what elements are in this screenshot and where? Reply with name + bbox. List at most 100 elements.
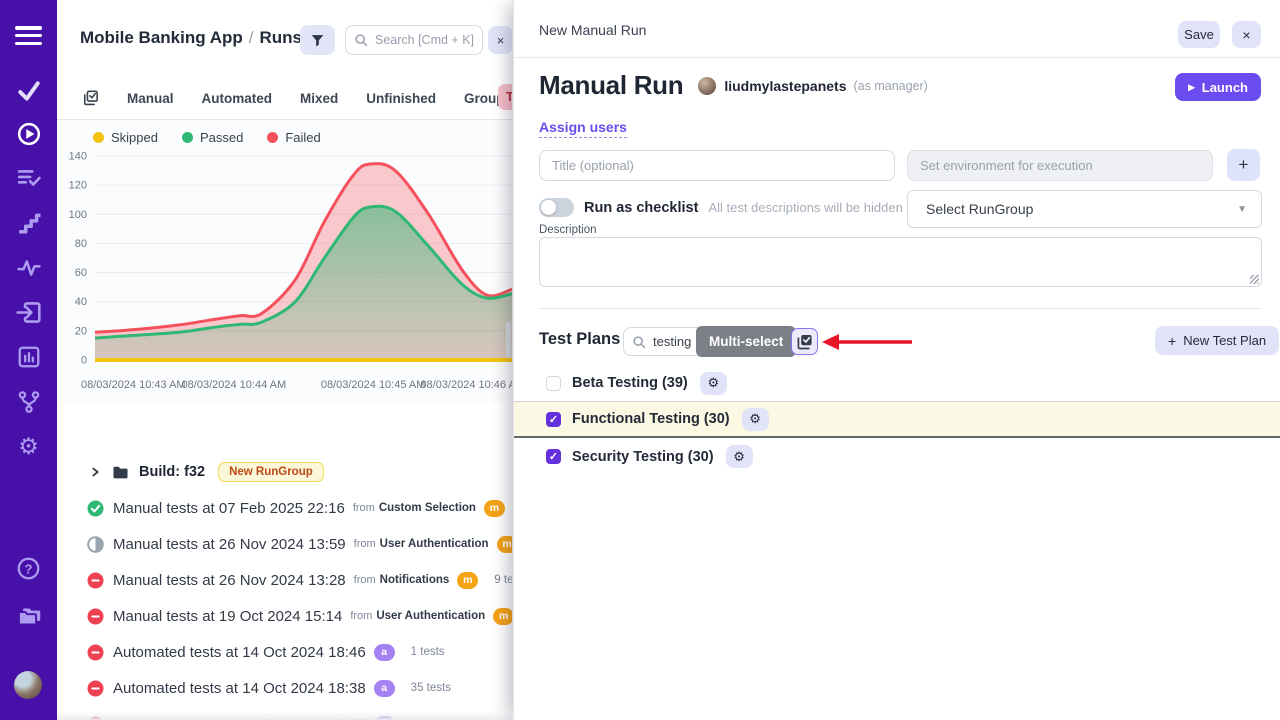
- legend-dot: [267, 132, 278, 143]
- projects-icon[interactable]: [0, 602, 57, 628]
- environment-input[interactable]: [907, 150, 1213, 181]
- test-plan-row[interactable]: ✓ Functional Testing (30) ⚙: [514, 401, 1280, 438]
- plan-settings-button[interactable]: ⚙: [742, 408, 769, 431]
- run-row[interactable]: Manual tests at 07 Feb 2025 22:16 from C…: [57, 490, 512, 526]
- run-test-count: 1 tests: [411, 646, 445, 658]
- run-type-tab[interactable]: Automated: [201, 91, 272, 106]
- svg-text:?: ?: [25, 561, 33, 576]
- close-panel-button[interactable]: ×: [1232, 21, 1261, 48]
- select-runs-icon[interactable]: [83, 89, 99, 107]
- manager-name[interactable]: liudmylastepanets: [724, 78, 846, 94]
- activity-icon[interactable]: [0, 256, 57, 280]
- svg-text:80: 80: [75, 238, 87, 250]
- sign-in-icon[interactable]: [0, 300, 57, 325]
- run-title-text[interactable]: Manual tests at 26 Nov 2024 13:59: [113, 536, 346, 553]
- run-row[interactable]: Manual tests at 19 Oct 2024 15:14 from U…: [57, 598, 512, 634]
- funnel-icon: [310, 33, 325, 48]
- filter-button[interactable]: [300, 25, 335, 55]
- new-manual-run-panel: New Manual Run Save × Manual Run liudmyl…: [513, 0, 1280, 720]
- play-icon: ▶: [1188, 82, 1195, 93]
- launch-button[interactable]: ▶ Launch: [1175, 73, 1261, 101]
- new-rungroup-badge[interactable]: New RunGroup: [218, 462, 324, 482]
- test-plan-row[interactable]: Beta Testing (39) ⚙: [514, 367, 1280, 399]
- menu-icon[interactable]: [15, 26, 42, 49]
- steps-icon[interactable]: [0, 211, 57, 235]
- test-plan-row[interactable]: ✓ Security Testing (30) ⚙: [514, 440, 1280, 473]
- run-source[interactable]: Custom Selection: [379, 502, 476, 514]
- run-group-row[interactable]: Build: f32 New RunGroup: [57, 454, 512, 490]
- run-from-label: from: [350, 610, 372, 622]
- manager-avatar: [698, 77, 716, 95]
- test-plans-heading: Test Plans: [539, 330, 620, 349]
- plan-name[interactable]: Beta Testing (39): [572, 375, 688, 391]
- search-close-button[interactable]: ×: [488, 26, 512, 54]
- run-type-tab[interactable]: Mixed: [300, 91, 338, 106]
- legend-item[interactable]: Failed: [267, 130, 320, 145]
- search-icon: [632, 335, 646, 349]
- run-row[interactable]: Manual tests at 26 Nov 2024 13:28 from N…: [57, 562, 512, 598]
- run-type-tab[interactable]: Manual: [127, 91, 174, 106]
- breadcrumb: Mobile Banking App/Runs: [80, 28, 302, 48]
- run-title-text[interactable]: Automated tests at 14 Oct 2024 18:46: [113, 644, 366, 661]
- check-icon[interactable]: [0, 79, 57, 103]
- help-icon[interactable]: ?: [0, 556, 57, 581]
- manager-role: (as manager): [854, 79, 928, 93]
- bar-chart-icon[interactable]: [0, 345, 57, 369]
- plan-checkbox[interactable]: [546, 376, 561, 391]
- run-title-text[interactable]: Automated tests at 14 Oct 2024 18:35: [113, 716, 366, 720]
- rungroup-select[interactable]: Select RunGroup ▼: [907, 190, 1262, 228]
- plan-settings-button[interactable]: ⚙: [726, 445, 753, 468]
- run-type-tab[interactable]: Unfinished: [366, 91, 436, 106]
- plan-name[interactable]: Functional Testing (30): [572, 411, 730, 427]
- description-textarea[interactable]: [539, 237, 1262, 287]
- svg-text:140: 140: [69, 151, 87, 163]
- list-check-icon[interactable]: [0, 166, 57, 190]
- run-title-text[interactable]: Automated tests at 14 Oct 2024 18:38: [113, 680, 366, 697]
- legend-item[interactable]: Skipped: [93, 130, 158, 145]
- plan-checkbox[interactable]: ✓: [546, 449, 561, 464]
- multi-select-button[interactable]: [791, 328, 818, 355]
- run-from-label: from: [354, 574, 376, 586]
- run-row[interactable]: Automated tests at 14 Oct 2024 18:38 a 3…: [57, 670, 512, 706]
- play-circle-icon[interactable]: [0, 122, 57, 146]
- search-input[interactable]: [375, 33, 474, 47]
- run-source[interactable]: User Authentication: [376, 610, 485, 622]
- scrollbar-thumb[interactable]: [506, 322, 511, 358]
- run-status-icon: [87, 644, 104, 661]
- run-title-input[interactable]: [539, 150, 895, 181]
- tab-count-badge[interactable]: T: [498, 84, 512, 110]
- breadcrumb-project[interactable]: Mobile Banking App: [80, 28, 243, 47]
- run-group-title[interactable]: Build: f32: [139, 464, 205, 480]
- run-row[interactable]: Automated tests at 14 Oct 2024 18:46 a 1…: [57, 634, 512, 670]
- run-title-text[interactable]: Manual tests at 26 Nov 2024 13:28: [113, 572, 346, 589]
- run-source[interactable]: User Authentication: [380, 538, 489, 550]
- run-row[interactable]: Manual tests at 26 Nov 2024 13:59 from U…: [57, 526, 512, 562]
- run-title-text[interactable]: Manual tests at 19 Oct 2024 15:14: [113, 608, 342, 625]
- assign-users-link[interactable]: Assign users: [539, 119, 627, 138]
- branch-icon[interactable]: [0, 390, 57, 414]
- add-environment-button[interactable]: +: [1227, 149, 1260, 181]
- tabs-items: ManualAutomatedMixedUnfinishedGroups: [127, 91, 512, 106]
- plan-checkbox[interactable]: ✓: [546, 412, 561, 427]
- run-source[interactable]: Notifications: [380, 574, 450, 586]
- run-type-badge: m: [457, 572, 478, 589]
- plan-name[interactable]: Security Testing (30): [572, 449, 714, 465]
- gear-icon[interactable]: ⚙: [0, 434, 57, 458]
- legend-item[interactable]: Passed: [182, 130, 243, 145]
- run-type-badge: m: [497, 536, 513, 553]
- run-status-icon: [87, 536, 104, 553]
- save-button[interactable]: Save: [1178, 21, 1220, 48]
- run-as-checklist-toggle[interactable]: [539, 198, 574, 217]
- run-status-icon: [87, 500, 104, 517]
- run-status-icon: [87, 608, 104, 625]
- run-row[interactable]: Automated tests at 14 Oct 2024 18:35 a 3…: [57, 706, 512, 720]
- chevron-right-icon[interactable]: [90, 466, 101, 478]
- run-title-text[interactable]: Manual tests at 07 Feb 2025 22:16: [113, 500, 345, 517]
- run-status-icon: [87, 572, 104, 589]
- panel-title: New Manual Run: [539, 22, 646, 38]
- svg-text:08/03/2024 10:45 AM: 08/03/2024 10:45 AM: [321, 379, 426, 391]
- user-avatar[interactable]: [14, 671, 42, 699]
- new-test-plan-button[interactable]: + New Test Plan: [1155, 326, 1279, 355]
- plan-settings-button[interactable]: ⚙: [700, 372, 727, 395]
- chevron-down-icon: ▼: [1237, 204, 1247, 215]
